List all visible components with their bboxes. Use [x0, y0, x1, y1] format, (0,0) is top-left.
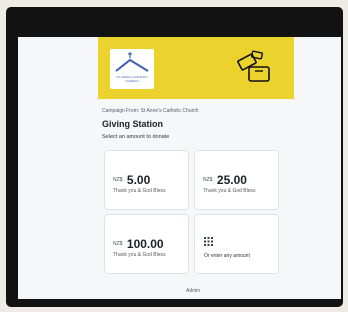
logo-text: ST ANNE'S CATHOLIC CHURCH [116, 75, 148, 83]
page-title: Giving Station [102, 119, 164, 129]
amount-row: NZ$ 5.00 [113, 171, 150, 189]
thank-you-text: Thank you & God Bless [113, 252, 166, 258]
instruction-text: Select an amount to donate [102, 134, 170, 140]
header-banner: ST ANNE'S CATHOLIC CHURCH [98, 37, 294, 99]
thank-you-text: Thank you & God Bless [203, 188, 256, 194]
amount-value: 5.00 [126, 172, 151, 187]
amount-row: NZ$ 100.00 [113, 235, 164, 253]
custom-amount-button[interactable]: Or enter any amount [194, 214, 279, 274]
donation-box-icon [237, 50, 270, 82]
amount-row: NZ$ 25.00 [203, 171, 247, 189]
tablet-frame: ST ANNE'S CATHOLIC CHURCH Campaign From:… [6, 7, 343, 307]
currency-label: NZ$ [113, 176, 123, 183]
donate-option-100[interactable]: NZ$ 100.00 Thank you & God Bless [104, 214, 189, 274]
donate-option-25[interactable]: NZ$ 25.00 Thank you & God Bless [194, 150, 279, 210]
currency-label: NZ$ [203, 176, 213, 183]
amount-value: 25.00 [216, 172, 247, 187]
church-logo-icon [115, 52, 149, 72]
church-logo: ST ANNE'S CATHOLIC CHURCH [110, 49, 154, 89]
campaign-source: Campaign From: St Anne's Catholic Church [102, 108, 199, 114]
thank-you-text: Thank you & God Bless [113, 188, 166, 194]
admin-link[interactable]: Admin [186, 288, 200, 294]
amount-value: 100.00 [126, 236, 164, 251]
donate-option-5[interactable]: NZ$ 5.00 Thank you & God Bless [104, 150, 189, 210]
kiosk-screen: ST ANNE'S CATHOLIC CHURCH Campaign From:… [18, 37, 341, 299]
custom-amount-label: Or enter any amount [204, 253, 250, 259]
keypad-icon [204, 237, 213, 246]
currency-label: NZ$ [113, 240, 123, 247]
